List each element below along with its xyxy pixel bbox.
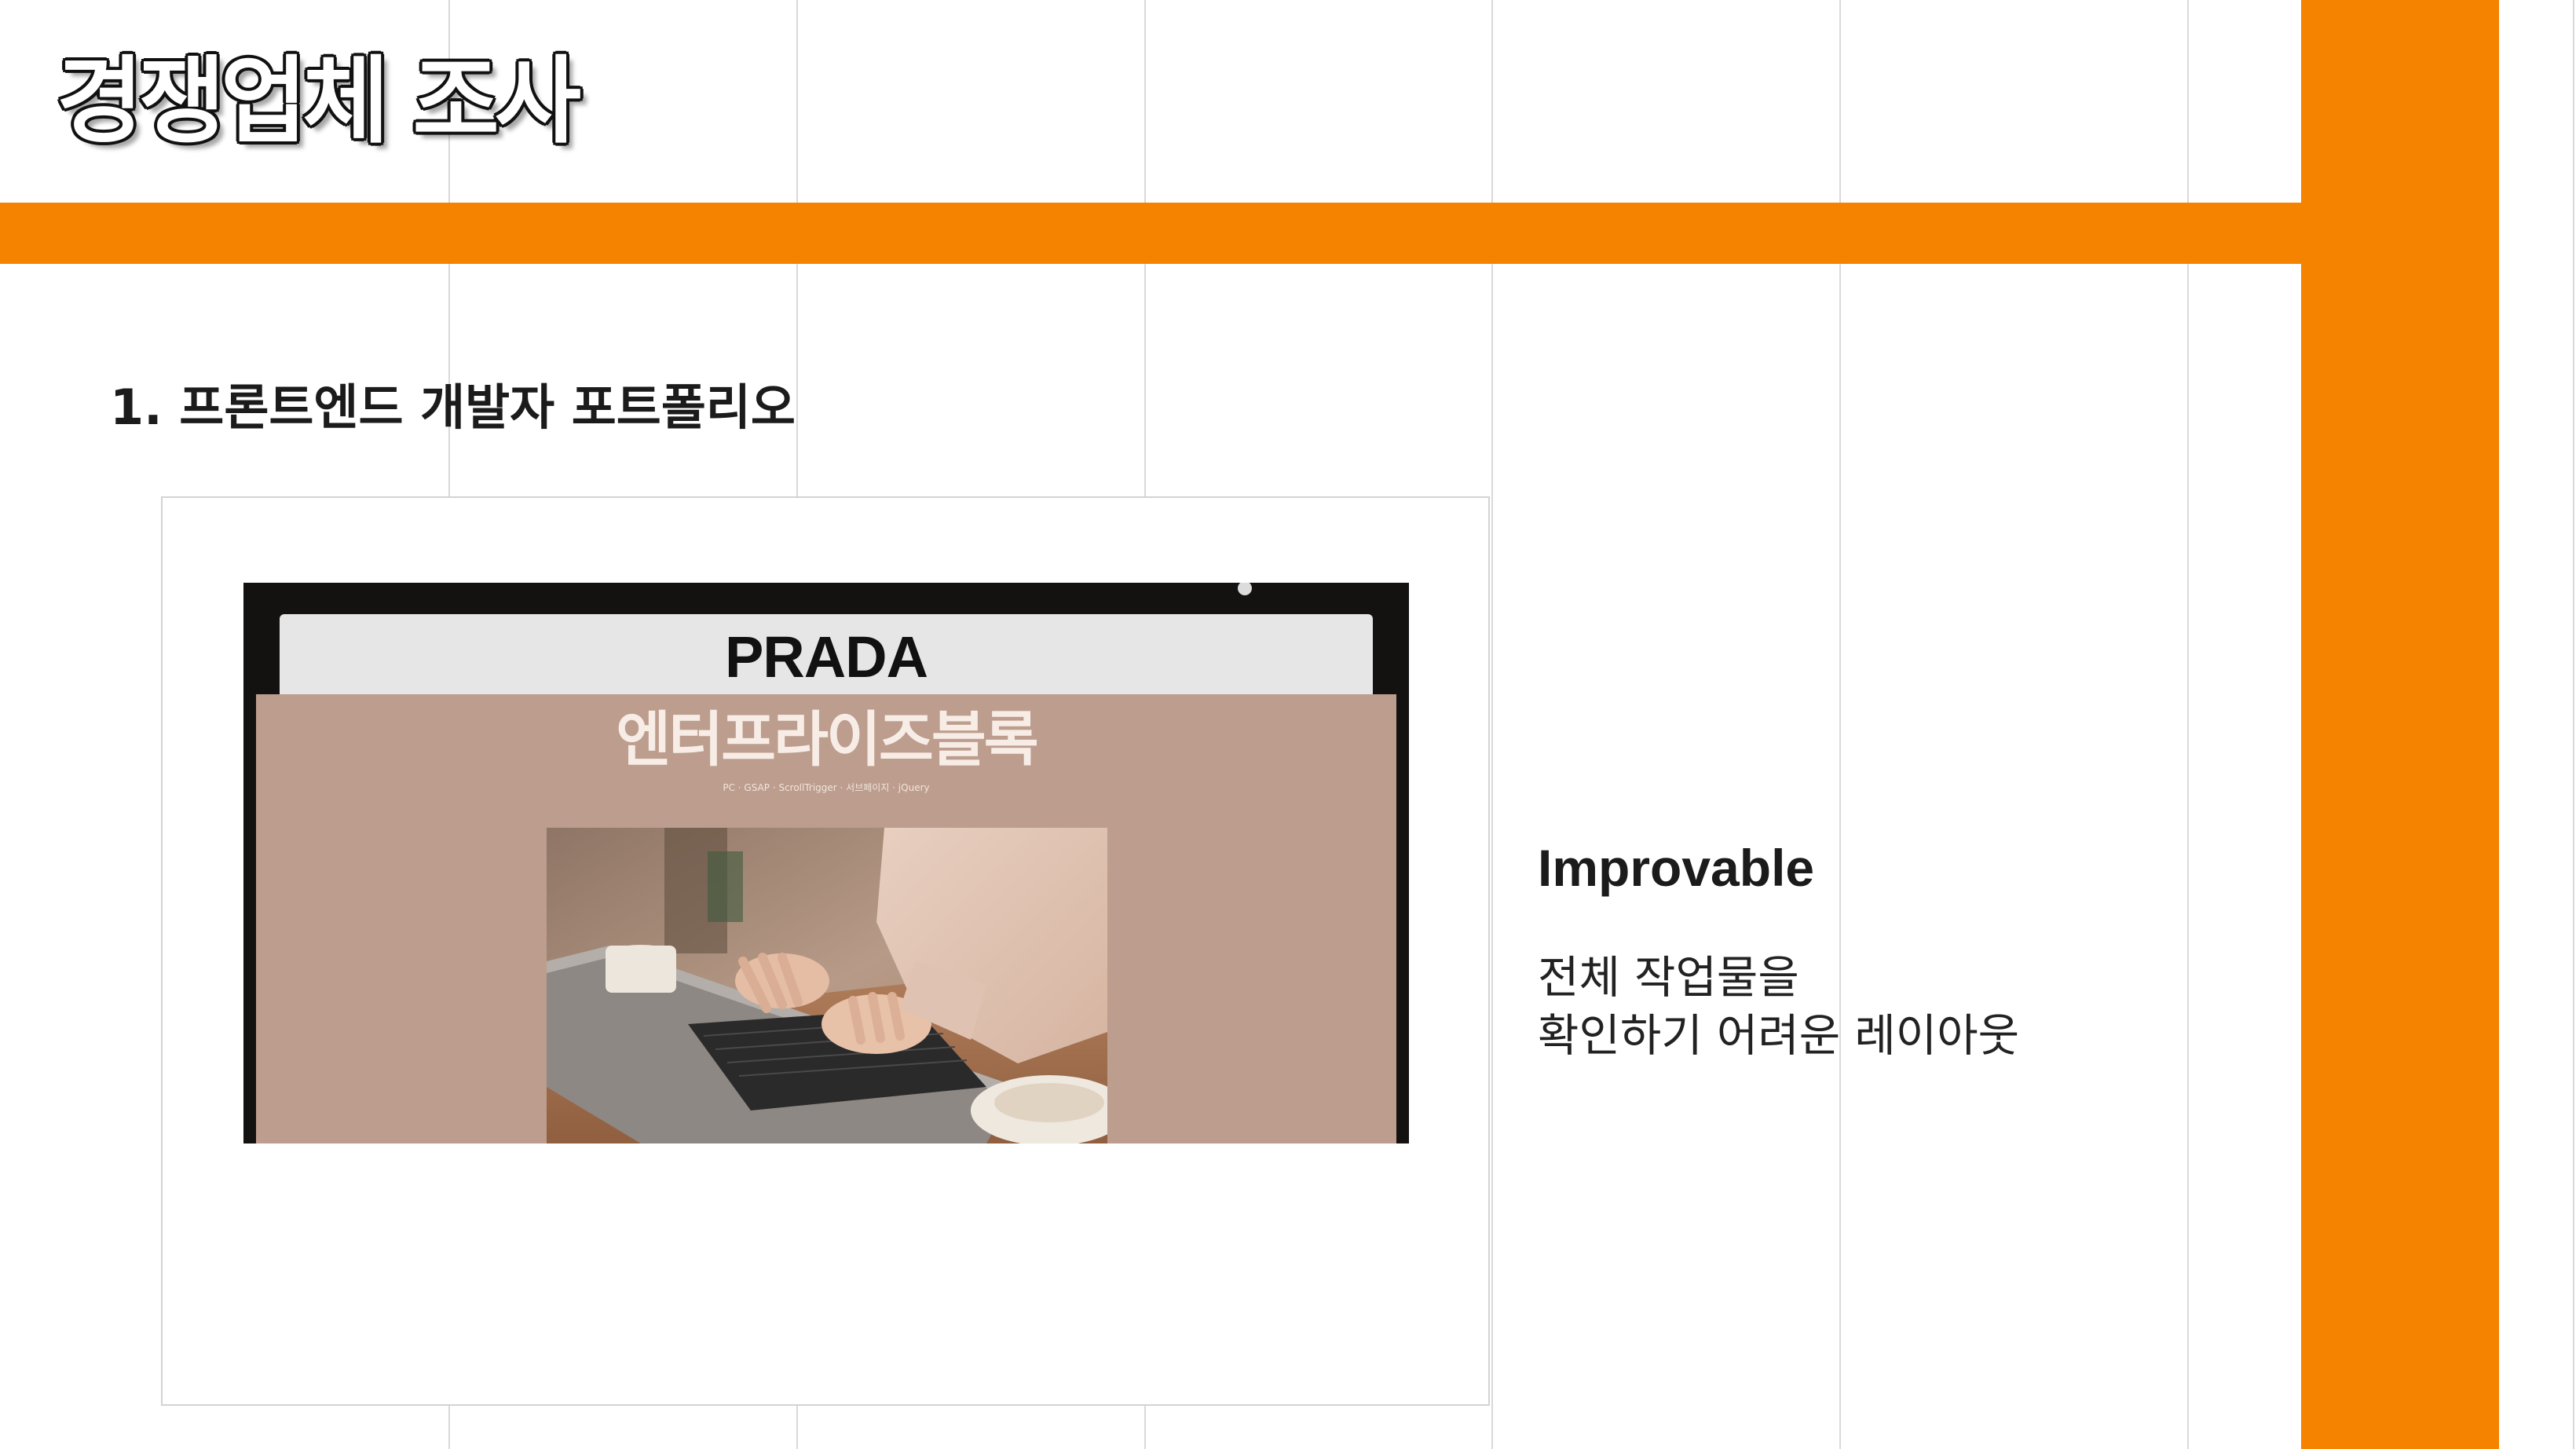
assessment-line: 확인하기 어려운 레이아웃 <box>1538 1010 2020 1062</box>
assessment-description: 전체 작업물을 확인하기 어려운 레이아웃 <box>1538 949 2019 1065</box>
site-title: 엔터프라이즈블록 <box>616 704 1038 774</box>
header-accent-bar <box>0 203 2301 264</box>
page-title: 경쟁업체 조사 <box>57 47 581 156</box>
edge-line <box>2573 0 2574 1449</box>
site-subtitle: PC · GSAP · ScrollTrigger · 서브페이지 · jQue… <box>723 782 930 793</box>
assessment-label: Improvable <box>1538 839 1815 897</box>
assessment-line: 전체 작업물을 <box>1538 952 1799 1004</box>
site-header: PRADA <box>280 614 1373 701</box>
brand-logo-text: PRADA <box>724 624 928 690</box>
site-hero-panel: 엔터프라이즈블록 PC · GSAP · ScrollTrigger · 서브페… <box>256 694 1396 1143</box>
side-accent-bar <box>2301 0 2499 1449</box>
portfolio-screenshot[interactable]: PRADA 엔터프라이즈블록 PC · GSAP · ScrollTrigger… <box>243 583 1409 1143</box>
camera-dot <box>1238 583 1252 595</box>
laptop-typing-photo <box>547 828 1107 1143</box>
section-heading: 1. 프론트엔드 개발자 포트폴리오 <box>110 379 796 436</box>
